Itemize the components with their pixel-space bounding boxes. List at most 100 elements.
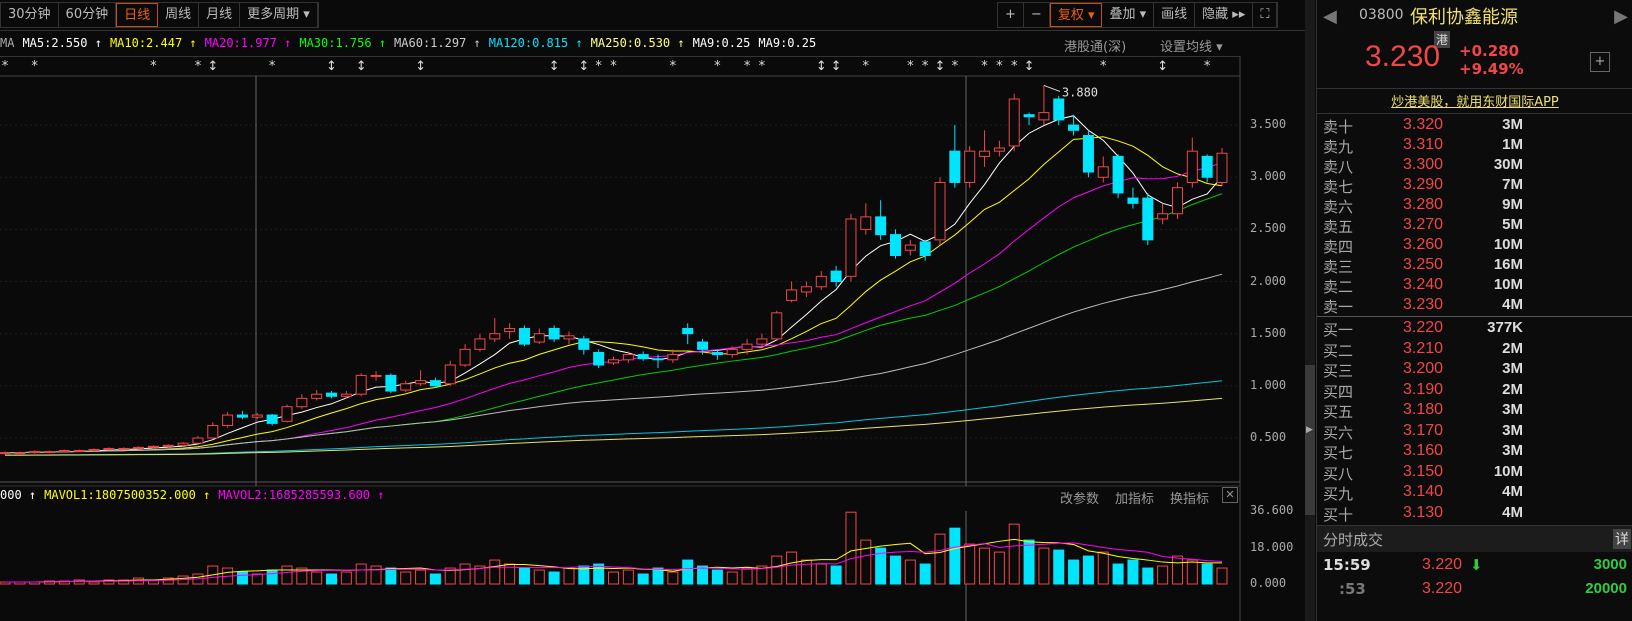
candle (682, 323, 694, 345)
zoom-out-button[interactable]: − (1024, 3, 1050, 27)
event-marker[interactable]: * (595, 59, 602, 74)
bid-row[interactable]: 买六 3.170 3M (1317, 422, 1632, 442)
ask-row[interactable]: 卖八 3.300 30M (1317, 156, 1632, 176)
candle (44, 450, 56, 454)
volume-bar (1068, 559, 1080, 585)
price-tick-label: 2.000 (1250, 273, 1287, 288)
edit-params-button[interactable]: 改参数 (1060, 488, 1099, 507)
event-marker[interactable]: * (150, 59, 157, 74)
event-marker[interactable]: ↕ (935, 59, 946, 74)
bid-row[interactable]: 买七 3.160 3M (1317, 442, 1632, 462)
ad-link[interactable]: 炒港美股，就用东财国际APP (1317, 91, 1632, 110)
ask-row[interactable]: 卖二 3.240 10M (1317, 276, 1632, 296)
event-marker[interactable]: * (996, 59, 1003, 74)
add-indicator-button[interactable]: 加指标 (1115, 488, 1154, 507)
bid-row[interactable]: 买二 3.210 2M (1317, 340, 1632, 360)
set-ma-button[interactable]: 设置均线 ▾ (1160, 36, 1223, 55)
switch-indicator-button[interactable]: 换指标 (1170, 488, 1209, 507)
ask-row[interactable]: 卖十 3.320 3M (1317, 116, 1632, 136)
event-marker[interactable]: * (907, 59, 914, 74)
candle (14, 451, 26, 455)
ask-row[interactable]: 卖六 3.280 9M (1317, 196, 1632, 216)
candle (934, 177, 946, 246)
candle (385, 373, 397, 394)
event-marker[interactable]: * (759, 59, 766, 74)
zoom-in-button[interactable]: + (998, 3, 1024, 27)
volume-bar (236, 571, 248, 585)
bid-row[interactable]: 买十 3.130 4M (1317, 504, 1632, 524)
add-watchlist-button[interactable]: + (1590, 52, 1610, 72)
overlay-button[interactable]: 叠加 ▾ (1102, 3, 1155, 27)
event-marker[interactable]: * (31, 59, 38, 74)
volume-bar (667, 571, 679, 585)
hide-button[interactable]: 隐藏 ▸▸ (1195, 3, 1254, 27)
prev-stock-icon[interactable]: ◀ (1323, 6, 1337, 27)
event-marker[interactable]: * (670, 59, 677, 74)
event-marker[interactable]: * (744, 59, 751, 74)
event-marker[interactable]: ↕ (549, 59, 560, 74)
level-price: 3.300 (1403, 156, 1444, 173)
price-change: +0.280 (1459, 42, 1520, 60)
event-marker[interactable]: * (863, 59, 870, 74)
bid-row[interactable]: 买五 3.180 3M (1317, 401, 1632, 421)
event-marker[interactable]: * (714, 59, 721, 74)
event-marker[interactable]: * (981, 59, 988, 74)
candle (207, 422, 219, 440)
period-tab[interactable]: 30分钟 (1, 3, 59, 27)
event-marker[interactable]: * (1100, 59, 1107, 74)
next-stock-icon[interactable]: ▶ (1614, 6, 1628, 27)
period-tab[interactable]: 月线 (199, 3, 241, 27)
kline-chart[interactable]: * * * * ↕ * ↕ ↕ ↕ ↕ ↕ * * * * * * ↕ ↕ * * * ↕ * * * * ↕ * ↕ *3.880 (0, 56, 1305, 621)
period-tab[interactable]: 60分钟 (59, 3, 117, 27)
hk-connect-link[interactable]: 港股通(深) (1064, 36, 1126, 55)
event-marker[interactable]: * (952, 59, 959, 74)
event-marker[interactable]: ↕ (1024, 59, 1035, 74)
event-marker[interactable]: * (2, 59, 9, 74)
event-marker[interactable]: * (1204, 59, 1211, 74)
candle (489, 318, 501, 343)
ask-row[interactable]: 卖四 3.260 10M (1317, 236, 1632, 256)
event-marker[interactable]: ↕ (207, 59, 218, 74)
scrollbar[interactable]: ▶ (1305, 0, 1315, 621)
level-label: 卖二 (1323, 278, 1354, 296)
ask-row[interactable]: 卖三 3.250 16M (1317, 256, 1632, 276)
ask-row[interactable]: 卖五 3.270 5M (1317, 216, 1632, 236)
ask-row[interactable]: 卖一 3.230 4M (1317, 296, 1632, 316)
volume-bar (1097, 551, 1109, 585)
event-marker[interactable]: * (1011, 59, 1018, 74)
candle (786, 281, 798, 303)
level-price: 3.140 (1403, 483, 1444, 500)
event-marker[interactable]: * (610, 59, 617, 74)
level-label: 买九 (1323, 485, 1354, 503)
period-tab[interactable]: 日线 (116, 3, 159, 27)
close-indicator-icon[interactable]: ✕ (1222, 487, 1238, 503)
event-marker[interactable]: ↕ (1157, 59, 1168, 74)
bid-row[interactable]: 买四 3.190 2M (1317, 381, 1632, 401)
adjust-button[interactable]: 复权 ▾ (1049, 3, 1103, 27)
volume-bar (400, 571, 412, 585)
period-tab[interactable]: 周线 (158, 3, 200, 27)
level-price: 3.270 (1403, 216, 1444, 233)
candle (415, 370, 427, 386)
ma-legend: MA MA5:2.550 ↑ MA10:2.447 ↑ MA20:1.977 ↑ MA3… (0, 36, 824, 50)
ticks-detail-button[interactable]: 详 (1613, 529, 1631, 549)
bid-row[interactable]: 买八 3.150 10M (1317, 463, 1632, 483)
event-marker[interactable]: ↕ (816, 59, 827, 74)
ask-row[interactable]: 卖七 3.290 7M (1317, 176, 1632, 196)
event-marker[interactable]: * (269, 59, 276, 74)
event-marker[interactable]: ↕ (831, 59, 842, 74)
ask-row[interactable]: 卖九 3.310 1M (1317, 136, 1632, 156)
period-tab[interactable]: 更多周期 ▾ (240, 3, 318, 27)
draw-button[interactable]: 画线 (1154, 3, 1196, 27)
bid-row[interactable]: 买一 3.220 377K (1317, 319, 1632, 339)
event-marker[interactable]: ↕ (578, 59, 589, 74)
candle (622, 351, 634, 363)
event-marker[interactable]: ↕ (356, 59, 367, 74)
event-marker[interactable]: ↕ (326, 59, 337, 74)
event-marker[interactable]: ↕ (415, 59, 426, 74)
bid-row[interactable]: 买三 3.200 3M (1317, 360, 1632, 380)
fullscreen-icon[interactable]: ⛶ (1253, 3, 1278, 27)
event-marker[interactable]: * (922, 59, 929, 74)
event-marker[interactable]: * (195, 59, 202, 74)
bid-row[interactable]: 买九 3.140 4M (1317, 483, 1632, 503)
